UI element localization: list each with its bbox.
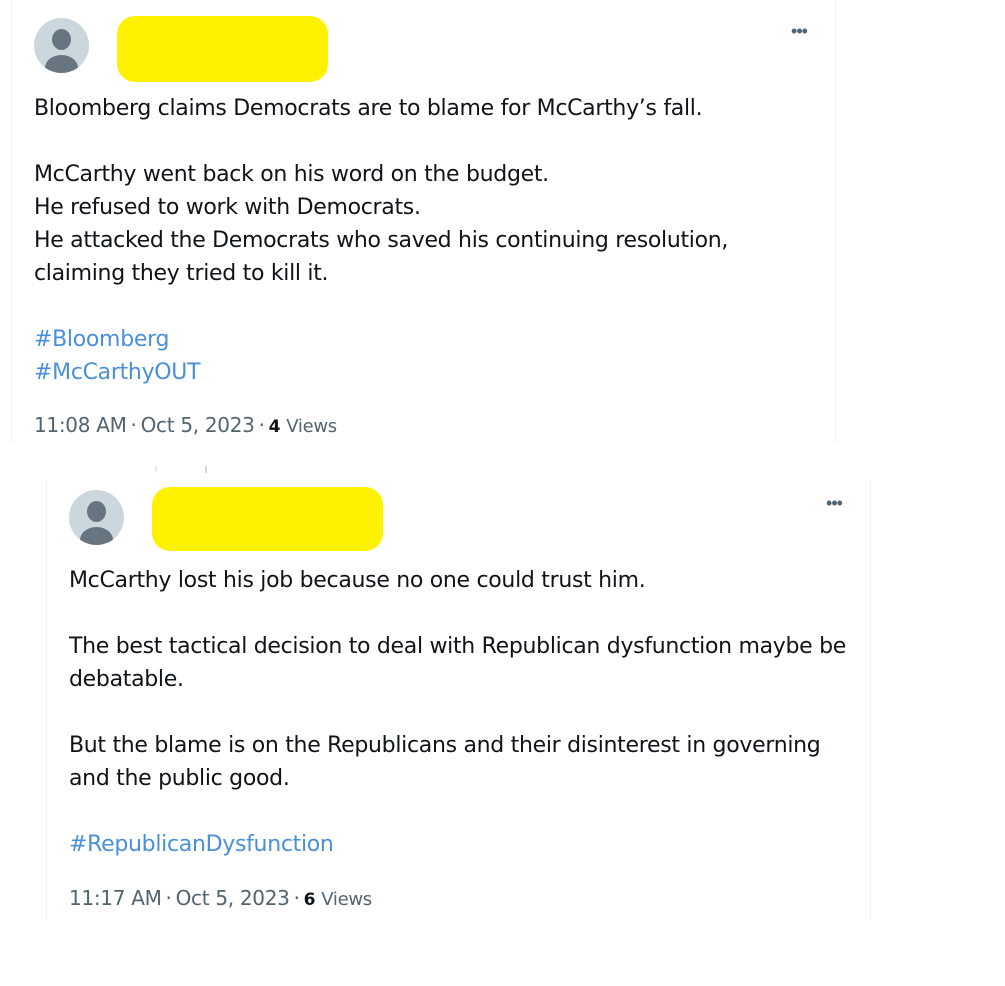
divider-mark [155,466,157,472]
tweet-date[interactable]: Oct 5, 2023 [141,413,255,437]
meta-separator: · [130,413,137,437]
hashtag-link[interactable]: #McCarthyOUT [34,356,201,389]
avatar-body-shape [45,55,78,73]
tweet-text: McCarthy lost his job because no one cou… [69,568,847,791]
more-options-icon[interactable]: ••• [822,494,846,514]
hashtag-list: #RepublicanDysfunction [69,828,334,861]
tweet-card[interactable]: ••• Bloomberg claims Democrats are to bl… [11,0,836,443]
view-count: 4 [268,417,281,437]
avatar-head-shape [87,501,106,522]
hashtag-link[interactable]: #RepublicanDysfunction [69,828,334,861]
views-label: Views [286,416,337,437]
tweet-text: Bloomberg claims Democrats are to blame … [34,96,729,286]
tweet-metadata: 11:17 AM · Oct 5, 2023 · 6 Views [69,885,372,913]
avatar[interactable] [34,18,89,73]
tweet-date[interactable]: Oct 5, 2023 [176,886,290,910]
meta-separator: · [165,886,172,910]
redacted-author-name [152,487,383,551]
avatar-body-shape [80,527,113,545]
redacted-author-name [117,16,328,82]
hashtag-list: #Bloomberg #McCarthyOUT [34,323,201,389]
meta-separator: · [258,413,265,437]
hashtag-link[interactable]: #Bloomberg [34,323,200,356]
avatar[interactable] [69,490,124,545]
more-options-icon[interactable]: ••• [787,22,811,42]
avatar-head-shape [52,29,71,50]
tweet-card[interactable]: ••• McCarthy lost his job because no one… [46,480,871,920]
tweet-metadata: 11:08 AM · Oct 5, 2023 · 4 Views [34,412,337,440]
tweet-time[interactable]: 11:17 AM [69,886,162,910]
meta-separator: · [293,886,300,910]
tweet-time[interactable]: 11:08 AM [34,413,127,437]
divider-mark [205,466,207,473]
views-label: Views [321,889,372,910]
view-count: 6 [303,890,316,910]
